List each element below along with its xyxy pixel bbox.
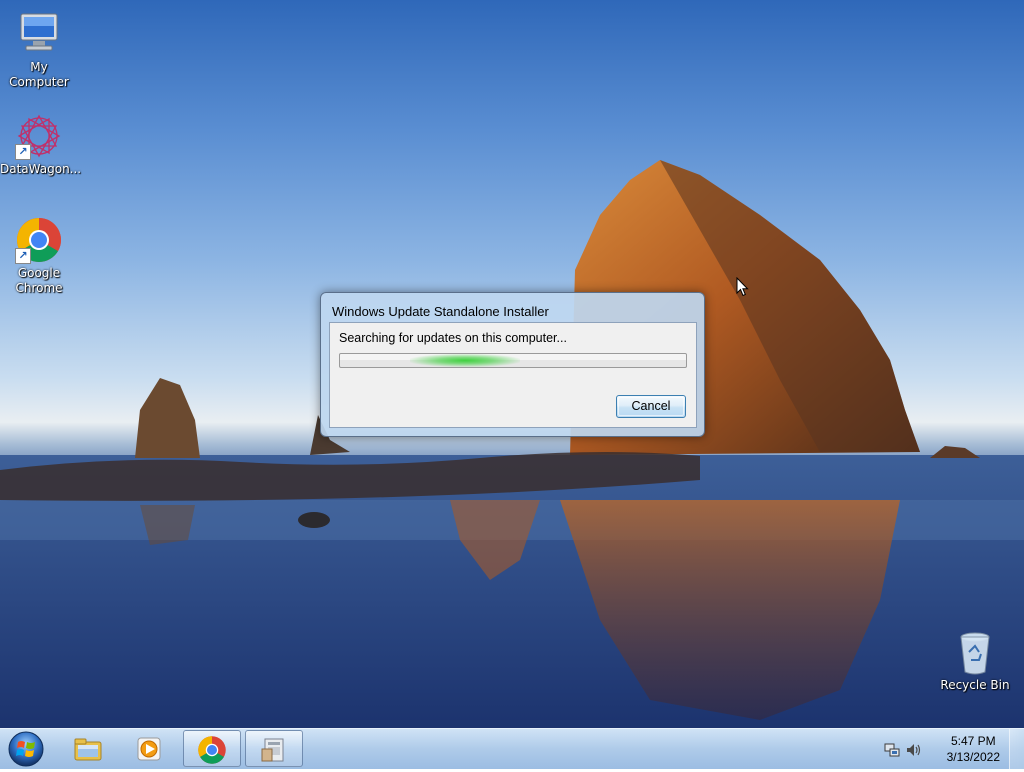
chrome-icon: ↗ <box>15 216 63 264</box>
clock-time: 5:47 PM <box>950 734 996 748</box>
start-button[interactable] <box>6 730 46 768</box>
desktop-icon-label: My Computer <box>9 60 69 89</box>
update-installer-dialog: Windows Update Standalone Installer Sear… <box>320 292 705 437</box>
windows-start-icon <box>8 731 44 767</box>
mouse-cursor-icon <box>736 276 750 301</box>
dialog-title: Windows Update Standalone Installer <box>332 304 549 319</box>
taskbar-button-explorer[interactable] <box>60 730 118 767</box>
taskbar-button-update-installer[interactable] <box>245 730 303 767</box>
desktop-icon-label: DataWagon... <box>0 162 82 176</box>
chrome-icon <box>197 735 227 765</box>
file-explorer-icon <box>73 734 103 764</box>
dialog-message: Searching for updates on this computer..… <box>339 331 567 345</box>
desktop-icon-google-chrome[interactable]: ↗ Google Chrome <box>0 216 78 296</box>
media-player-icon <box>134 734 164 764</box>
taskbar: 5:47 PM 3/13/2022 <box>0 728 1024 769</box>
desktop-icon-datawagon[interactable]: ↗ DataWagon... <box>0 112 82 177</box>
clock[interactable]: 5:47 PM 3/13/2022 <box>947 733 1000 765</box>
system-tray: 5:47 PM 3/13/2022 <box>884 729 1024 769</box>
computer-icon <box>15 10 63 58</box>
desktop-icon-recycle-bin[interactable]: Recycle Bin <box>936 628 1014 693</box>
datawagon-icon: ↗ <box>15 112 63 160</box>
dialog-body: Searching for updates on this computer..… <box>329 322 697 428</box>
network-icon[interactable] <box>884 742 900 758</box>
clock-date: 3/13/2022 <box>946 750 1000 764</box>
taskbar-button-media-player[interactable] <box>121 730 179 767</box>
desktop-icon-label: Google Chrome <box>15 266 63 295</box>
volume-icon[interactable] <box>906 742 922 758</box>
desktop-icon-label: Recycle Bin <box>940 678 1010 692</box>
cancel-button[interactable]: Cancel <box>616 395 686 418</box>
update-installer-icon <box>259 735 289 765</box>
shortcut-arrow-icon: ↗ <box>15 144 31 160</box>
recycle-bin-icon <box>951 628 999 676</box>
progress-indicator <box>410 354 520 367</box>
show-desktop-button[interactable] <box>1009 729 1024 769</box>
progress-bar <box>339 353 687 368</box>
desktop-icon-my-computer[interactable]: My Computer <box>0 10 78 90</box>
shortcut-arrow-icon: ↗ <box>15 248 31 264</box>
taskbar-button-chrome[interactable] <box>183 730 241 767</box>
